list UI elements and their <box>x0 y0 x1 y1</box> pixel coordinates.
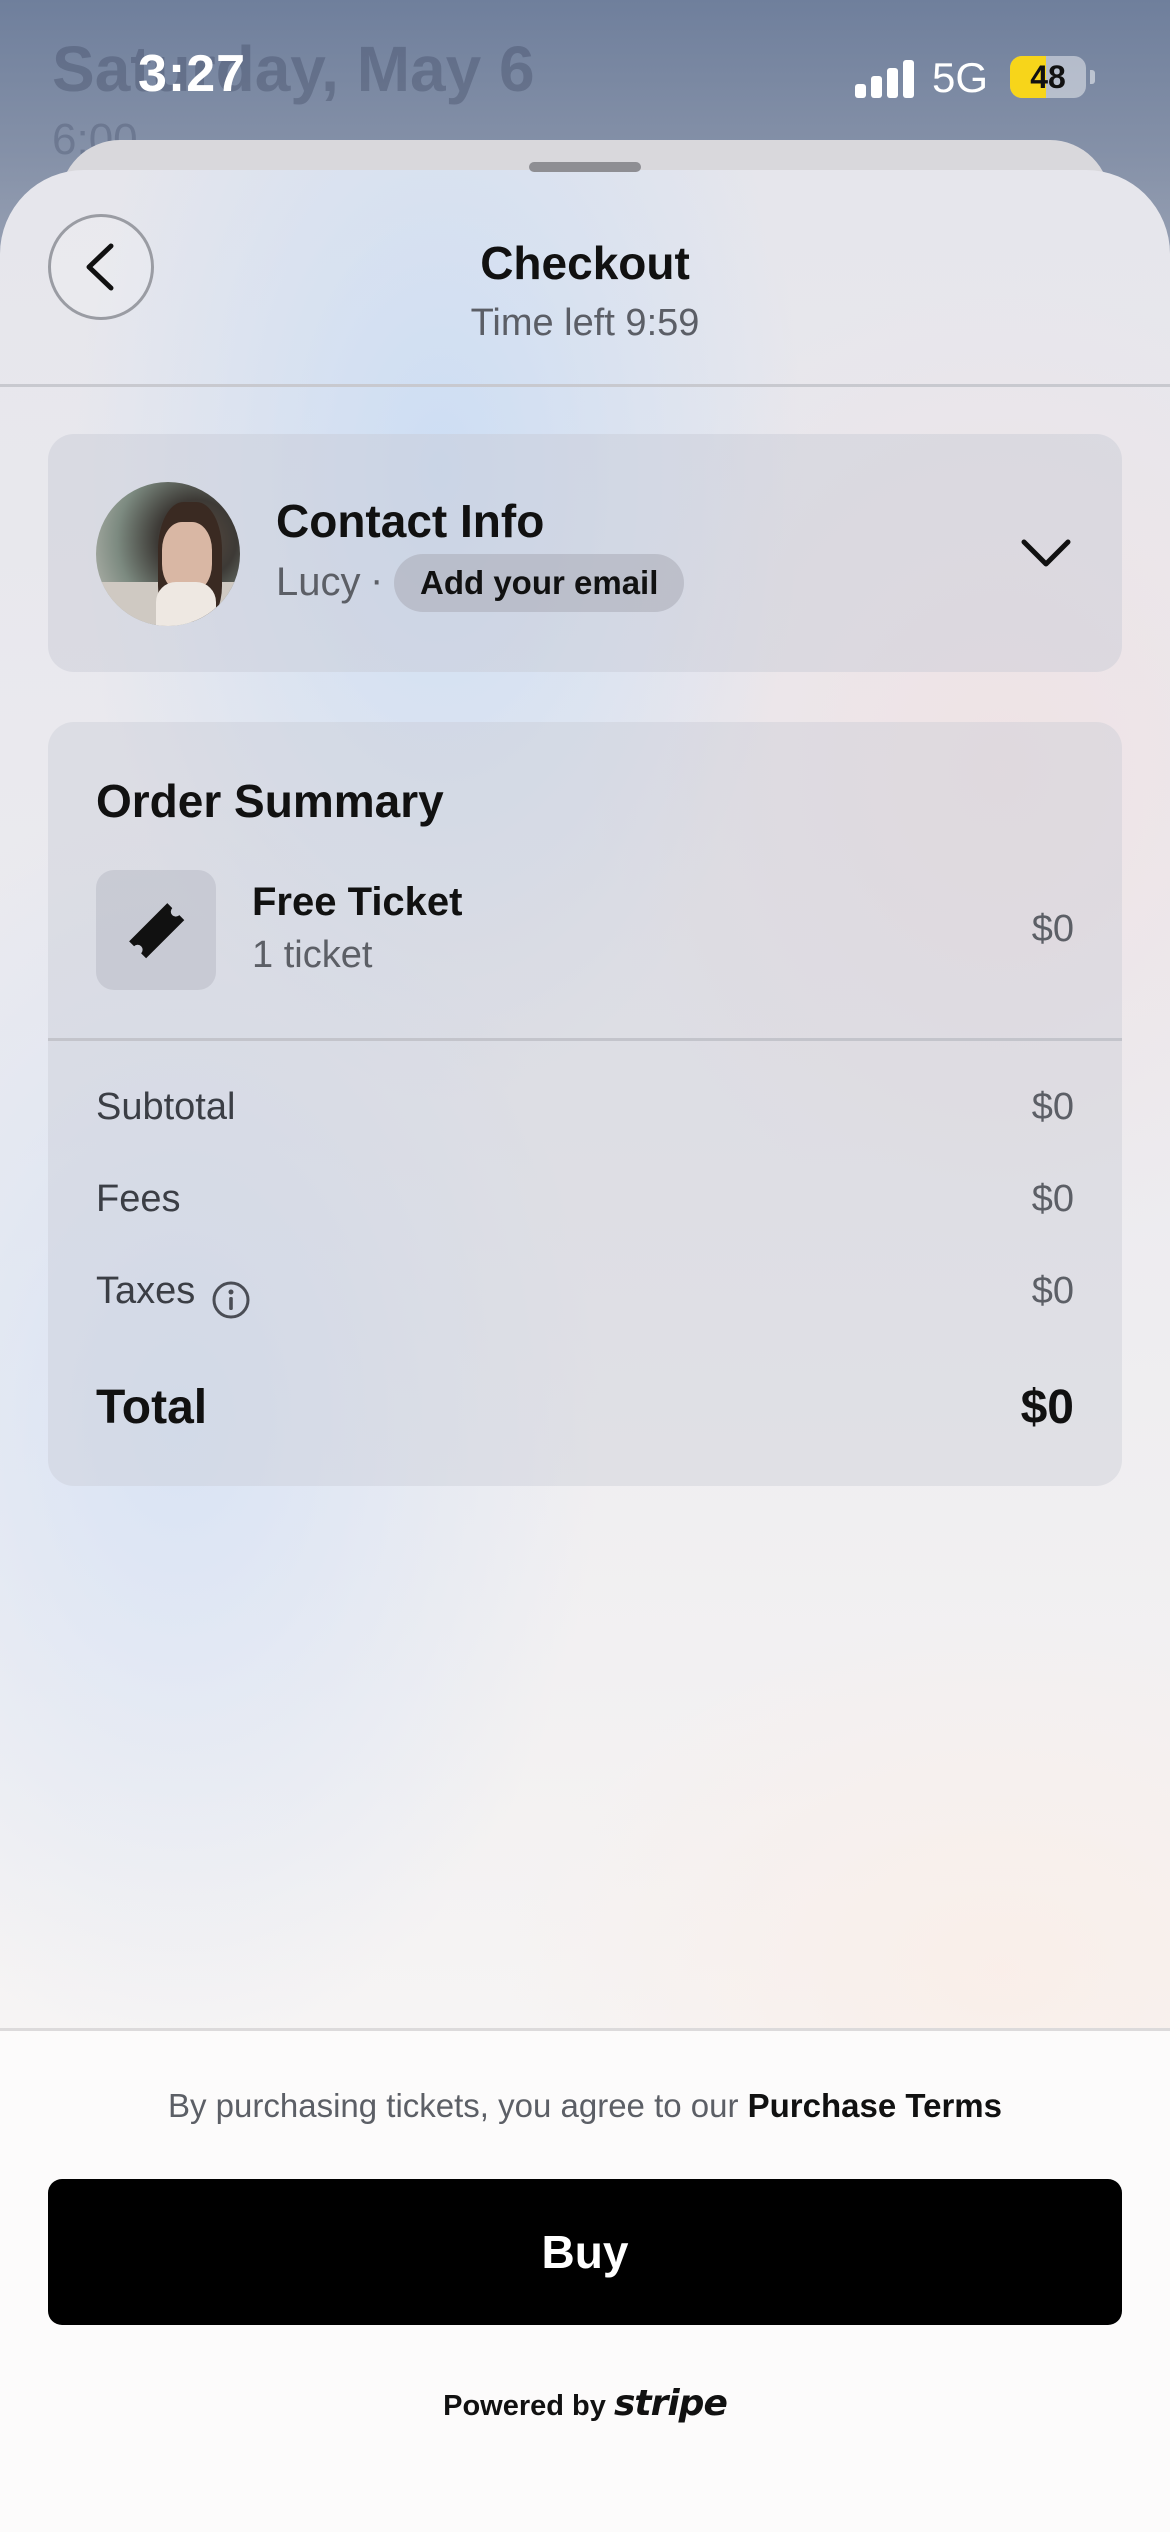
subtotal-label: Subtotal <box>96 1086 236 1128</box>
sheet-grabber[interactable] <box>529 162 641 172</box>
contact-info-card[interactable]: Contact Info Lucy · Add your email <box>48 434 1122 672</box>
page-title: Checkout <box>480 237 690 289</box>
ticket-name: Free Ticket <box>252 880 463 924</box>
taxes-value: $0 <box>1031 1270 1074 1312</box>
status-bar: 3:27 5G 48 <box>0 0 1170 150</box>
chevron-down-icon[interactable] <box>1018 524 1074 580</box>
subtotal-value: $0 <box>1031 1086 1074 1128</box>
order-summary-card: Order Summary Free Ticket 1 ticket $0 Su… <box>48 722 1122 1486</box>
terms-notice: By purchasing tickets, you agree to our … <box>0 2087 1170 2125</box>
time-left-label: Time left 9:59 <box>470 302 700 344</box>
header-divider <box>0 384 1170 387</box>
total-label: Total <box>96 1381 208 1434</box>
powered-by-label: Powered by <box>443 2390 606 2422</box>
cellular-signal-icon <box>855 58 915 98</box>
checkout-footer: By purchasing tickets, you agree to our … <box>0 2028 1170 2532</box>
purchase-terms-link[interactable]: Purchase Terms <box>748 2087 1002 2124</box>
battery-nub <box>1090 70 1095 84</box>
status-time: 3:27 <box>138 45 247 103</box>
add-email-button[interactable]: Add your email <box>394 554 685 612</box>
taxes-label: Taxes <box>96 1270 196 1312</box>
contact-name: Lucy <box>276 560 361 604</box>
total-value: $0 <box>1020 1381 1074 1434</box>
buy-button[interactable]: Buy <box>48 2179 1122 2325</box>
order-divider <box>48 1038 1122 1041</box>
stripe-logo: stripe <box>613 2383 728 2424</box>
order-summary-title: Order Summary <box>96 775 444 827</box>
ticket-quantity: 1 ticket <box>252 934 373 976</box>
battery-icon: 48 <box>1010 56 1086 98</box>
powered-by-stripe: Powered by stripe <box>0 2383 1170 2424</box>
terms-prefix: By purchasing tickets, you agree to our <box>167 2087 748 2124</box>
contact-separator: · <box>370 558 384 602</box>
battery-percentage: 48 <box>1030 59 1066 95</box>
network-type: 5G <box>932 54 989 101</box>
info-icon[interactable] <box>211 1280 251 1320</box>
fees-value: $0 <box>1031 1178 1074 1220</box>
contact-info-title: Contact Info <box>276 495 545 547</box>
ticket-tile <box>96 870 216 990</box>
avatar <box>96 482 240 626</box>
fees-label: Fees <box>96 1178 181 1220</box>
ticket-icon <box>129 903 185 959</box>
ticket-price: $0 <box>1031 908 1074 950</box>
